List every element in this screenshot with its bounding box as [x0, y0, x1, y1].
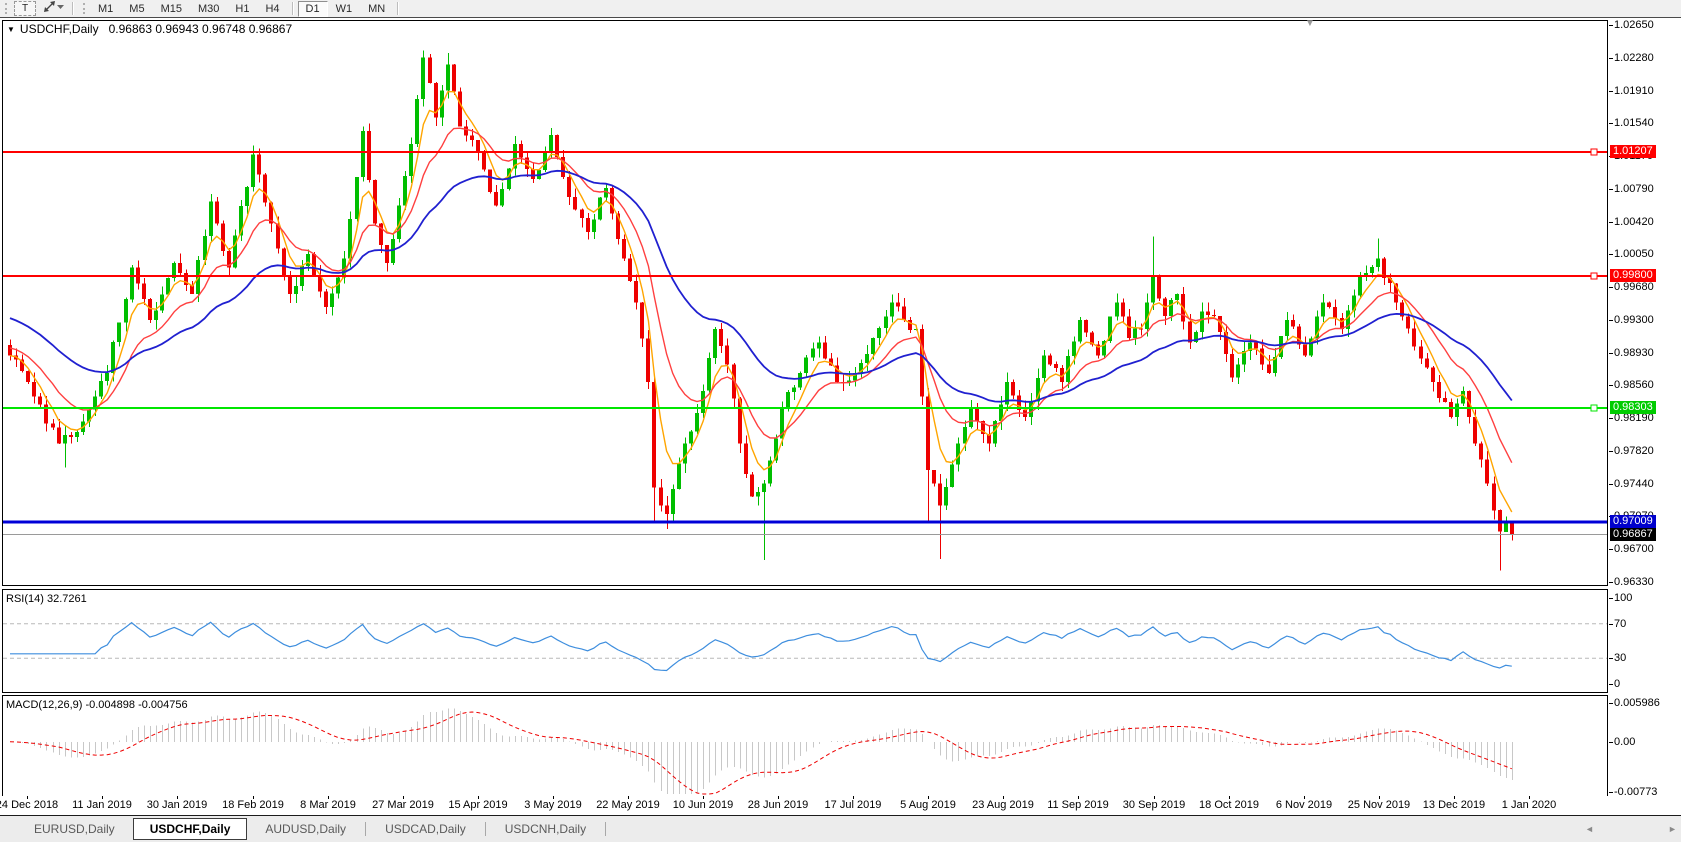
- tab-eurusd-daily[interactable]: EURUSD,Daily: [16, 819, 133, 839]
- toolbar-separator: [397, 2, 400, 15]
- timeframe-button-w1[interactable]: W1: [328, 1, 361, 17]
- price-tick: [1609, 385, 1613, 386]
- tabs-scroll-right-icon[interactable]: ►: [1668, 824, 1677, 834]
- price-line-label-resistance-line-lower: 0.99800: [1610, 269, 1656, 282]
- price-tick: [1609, 222, 1613, 223]
- tab-usdcad-daily[interactable]: USDCAD,Daily: [367, 819, 484, 839]
- rsi-level-label: 30: [1614, 652, 1627, 664]
- price-tick: [1609, 254, 1613, 255]
- price-tick-label: 0.99300: [1614, 314, 1654, 326]
- toolbar-separator: [72, 2, 74, 15]
- price-tick: [1609, 320, 1613, 321]
- macd-level-label: 0.005986: [1614, 697, 1660, 709]
- price-tick-label: 0.96330: [1614, 576, 1654, 588]
- macd-tick: [1609, 703, 1613, 704]
- rsi-tick: [1609, 684, 1613, 685]
- rsi-tick: [1609, 624, 1613, 625]
- rsi-level-label: 70: [1614, 618, 1627, 630]
- price-line-label-support-line-green: 0.98303: [1610, 401, 1656, 414]
- price-tick: [1609, 25, 1613, 26]
- chart-window: ▼ USDCHF,Daily 0.96863 0.96943 0.96748 0.9…: [0, 17, 1681, 798]
- rsi-tick: [1609, 598, 1613, 599]
- timeframe-button-h1[interactable]: H1: [227, 1, 257, 17]
- tab-divider: [484, 822, 486, 836]
- timeframe-button-m15[interactable]: M15: [153, 1, 190, 17]
- rsi-chart[interactable]: [3, 590, 1607, 692]
- price-tick-label: 0.96700: [1614, 543, 1654, 555]
- toolbar: T M1 M5 M15 M30 H1 H4 D1 W1 MN: [0, 0, 1681, 17]
- price-tick-label: 1.00050: [1614, 248, 1654, 260]
- tab-usdcnh-daily[interactable]: USDCNH,Daily: [487, 819, 604, 839]
- timeframe-button-m1[interactable]: M1: [90, 1, 121, 17]
- toolbar-separator: [291, 2, 294, 15]
- timeframe-button-m30[interactable]: M30: [190, 1, 227, 17]
- tabs-scroll-left-icon[interactable]: ◄: [1585, 824, 1594, 834]
- chart-title: ▼ USDCHF,Daily 0.96863 0.96943 0.96748 0.9…: [7, 22, 292, 36]
- cursor-arrows-icon: [41, 0, 65, 17]
- chart-ohlc-values: 0.96863 0.96943 0.96748 0.96867: [108, 22, 293, 36]
- price-tick: [1609, 418, 1613, 419]
- macd-tick: [1609, 792, 1613, 793]
- price-tick-label: 1.02280: [1614, 52, 1654, 64]
- price-pane[interactable]: [2, 20, 1608, 586]
- timeframe-button-h4[interactable]: H4: [257, 1, 287, 17]
- macd-pane[interactable]: [2, 695, 1608, 797]
- macd-indicator-label: MACD(12,26,9) -0.004898 -0.004756: [6, 699, 188, 711]
- price-tick: [1609, 582, 1613, 583]
- current-price-label: 0.96867: [1610, 528, 1656, 541]
- chart-tabs-bar: EURUSD,Daily USDCHF,Daily AUDUSD,Daily USDC…: [0, 815, 1681, 842]
- timeframe-button-mn[interactable]: MN: [360, 1, 393, 17]
- price-tick-label: 0.97440: [1614, 478, 1654, 490]
- chart-dropdown-icon[interactable]: ▼: [7, 25, 15, 34]
- price-tick-label: 1.01910: [1614, 85, 1654, 97]
- chart-symbol-period: USDCHF,Daily: [19, 22, 99, 36]
- price-tick: [1609, 91, 1613, 92]
- macd-tick: [1609, 742, 1613, 743]
- rsi-tick: [1609, 658, 1613, 659]
- trading-platform-window: T M1 M5 M15 M30 H1 H4 D1 W1 MN ▼ USDCHF,Daily 0.96…: [0, 0, 1681, 842]
- time-axis[interactable]: 24 Dec 2018 11 Jan 2019 30 Jan 2019 18 Feb …: [0, 796, 1681, 815]
- price-tick-label: 0.98930: [1614, 347, 1654, 359]
- price-tick-label: 0.99680: [1614, 281, 1654, 293]
- chart-shift-marker[interactable]: ▼: [1305, 18, 1315, 29]
- price-tick: [1609, 484, 1613, 485]
- tab-usdchf-daily[interactable]: USDCHF,Daily: [132, 818, 248, 840]
- price-line-label-resistance-line-upper: 1.01207: [1610, 145, 1656, 158]
- price-tick: [1609, 287, 1613, 288]
- price-tick-label: 0.98560: [1614, 379, 1654, 391]
- tab-divider: [365, 822, 367, 836]
- price-tick: [1609, 58, 1613, 59]
- price-tick: [1609, 123, 1613, 124]
- tab-divider: [605, 822, 607, 836]
- candlestick-chart[interactable]: [3, 21, 1607, 585]
- toolbar-drag-handle[interactable]: [83, 3, 85, 14]
- price-tick-label: 1.00790: [1614, 183, 1654, 195]
- tab-audusd-daily[interactable]: AUDUSD,Daily: [247, 819, 364, 839]
- macd-level-label: 0.00: [1614, 736, 1636, 748]
- price-tick: [1609, 451, 1613, 452]
- macd-chart[interactable]: [3, 696, 1607, 796]
- price-tick: [1609, 353, 1613, 354]
- time-label: 1 Jan 2020: [1501, 799, 1557, 811]
- price-tick-label: 1.01540: [1614, 117, 1654, 129]
- price-tick-label: 0.97820: [1614, 445, 1654, 457]
- price-tick-label: 1.00420: [1614, 216, 1654, 228]
- price-line-label-support-line-blue: 0.97009: [1610, 515, 1656, 528]
- rsi-level-label: 0: [1614, 678, 1621, 690]
- toolbar-drag-handle[interactable]: [5, 3, 7, 14]
- rsi-level-label: 100: [1614, 592, 1633, 604]
- price-tick-label: 1.02650: [1614, 19, 1654, 31]
- rsi-pane[interactable]: [2, 589, 1608, 693]
- cursor-tools-dropdown-button[interactable]: [41, 0, 65, 17]
- timeframe-button-d1[interactable]: D1: [297, 0, 328, 17]
- price-tick: [1609, 189, 1613, 190]
- price-tick: [1609, 549, 1613, 550]
- timeframe-button-m5[interactable]: M5: [121, 1, 152, 17]
- text-label-tool-button[interactable]: T: [14, 1, 36, 16]
- rsi-indicator-label: RSI(14) 32.7261: [6, 593, 87, 605]
